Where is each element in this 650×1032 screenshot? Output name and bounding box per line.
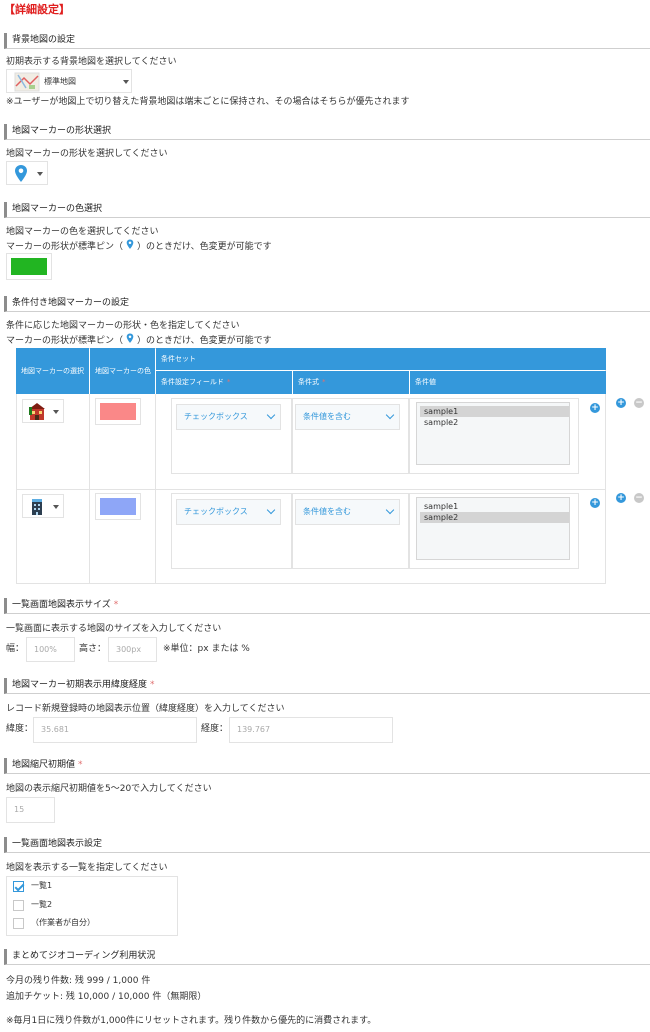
row2-value-listbox[interactable]: sample1 sample2: [416, 497, 570, 560]
marker-color-picker[interactable]: [6, 253, 52, 280]
section-initial-position-heading: 地図マーカー初期表示用緯度経度 *: [4, 678, 650, 694]
marker-shape-select[interactable]: [6, 161, 48, 185]
row1-remove-row-button[interactable]: −: [634, 398, 644, 408]
list-item[interactable]: sample2: [420, 417, 569, 428]
row1-marker-color-picker[interactable]: [95, 398, 141, 425]
map-pin-icon: [15, 165, 27, 182]
chevron-down-icon: [53, 505, 59, 509]
header-condition-operator: 条件式 *: [293, 371, 409, 394]
basemap-select[interactable]: 標準地図: [6, 69, 132, 93]
header-condition-set: 条件セット: [156, 348, 606, 370]
checkbox-list1[interactable]: [13, 881, 24, 892]
initial-position-description: レコード新規登録時の地図表示位置（緯度経度）を入力してください: [6, 704, 285, 714]
header-marker-select: 地図マーカーの選択: [16, 348, 89, 394]
chevron-down-icon: [266, 410, 276, 420]
height-label: 高さ：: [79, 644, 107, 654]
marker-color-swatch: [11, 258, 47, 275]
store-building-icon: [29, 403, 45, 420]
basemap-description: 初期表示する背景地図を選択してください: [6, 57, 177, 67]
geocoding-remaining: 今月の残り件数: 残 999 / 1,000 件: [6, 976, 151, 986]
section-list-display-heading: 一覧画面地図表示設定: [4, 837, 650, 853]
row2-marker-color-swatch: [100, 498, 136, 515]
list-item[interactable]: sample1: [420, 406, 569, 417]
unit-note: ※単位：px または %: [163, 644, 250, 654]
list-display-description: 地図を表示する一覧を指定してください: [6, 863, 168, 873]
divider: [16, 489, 606, 490]
row2-field-select[interactable]: チェックボックス: [176, 499, 281, 525]
row2-marker-select[interactable]: [22, 494, 64, 518]
basemap-selected-value: 標準地図: [44, 77, 76, 86]
list-item[interactable]: sample1: [420, 501, 569, 512]
row1-value-listbox[interactable]: sample1 sample2: [416, 402, 570, 465]
marker-shape-description: 地図マーカーの形状を選択してください: [6, 149, 168, 159]
row2-add-condition-button[interactable]: +: [590, 498, 600, 508]
map-height-input[interactable]: 300px: [108, 637, 157, 662]
header-condition-field: 条件設定フィールド *: [156, 371, 292, 394]
longitude-input[interactable]: 139.767: [229, 717, 393, 743]
geocoding-tickets: 追加チケット: 残 10,000 / 10,000 件（無期限）: [6, 992, 207, 1002]
chevron-down-icon: [37, 172, 43, 176]
geocoding-note: ※毎月1日に残り件数が1,000件にリセットされます。残り件数から優先的に消費さ…: [6, 1016, 377, 1026]
row1-marker-color-swatch: [100, 403, 136, 420]
conditional-note: マーカーの形状が標準ピン（ ）のときだけ、色変更が可能です: [6, 333, 272, 347]
header-condition-value: 条件値: [410, 371, 606, 394]
checkbox-list2-label: 一覧2: [31, 900, 53, 909]
conditional-description: 条件に応じた地図マーカーの形状・色を指定してください: [6, 321, 240, 331]
map-width-input[interactable]: 100%: [26, 637, 75, 662]
section-geocoding-heading: まとめてジオコーディング利用状況: [4, 949, 650, 965]
office-building-icon: [32, 499, 42, 515]
width-label: 幅：: [6, 644, 25, 654]
zoom-description: 地図の表示縮尺初期値を5～20で入力してください: [6, 784, 212, 794]
page-title: 【詳細設定】: [4, 3, 70, 16]
latitude-input[interactable]: 35.681: [33, 717, 197, 743]
section-conditional-heading: 条件付き地図マーカーの設定: [4, 296, 650, 312]
checkbox-list1-label: 一覧1: [31, 881, 53, 890]
row2-operator-select[interactable]: 条件値を含む: [295, 499, 400, 525]
row2-remove-row-button[interactable]: −: [634, 493, 644, 503]
longitude-label: 経度：: [201, 724, 229, 734]
section-list-size-heading: 一覧画面地図表示サイズ *: [4, 598, 650, 614]
chevron-down-icon: [385, 505, 395, 515]
row2-add-row-button[interactable]: +: [616, 493, 626, 503]
row1-operator-select[interactable]: 条件値を含む: [295, 404, 400, 430]
chevron-down-icon: [385, 410, 395, 420]
marker-color-description: 地図マーカーの色を選択してください: [6, 227, 159, 237]
chevron-down-icon: [266, 505, 276, 515]
row1-field-select[interactable]: チェックボックス: [176, 404, 281, 430]
section-zoom-heading: 地図縮尺初期値 *: [4, 758, 650, 774]
zoom-input[interactable]: 15: [6, 797, 55, 823]
section-marker-color-heading: 地図マーカーの色選択: [4, 202, 650, 218]
checkbox-list3[interactable]: [13, 918, 24, 929]
map-thumbnail-icon: [14, 72, 40, 92]
list-item[interactable]: sample2: [420, 512, 569, 523]
latitude-label: 緯度：: [6, 724, 34, 734]
checkbox-list2[interactable]: [13, 900, 24, 911]
row2-marker-color-picker[interactable]: [95, 493, 141, 520]
section-marker-shape-heading: 地図マーカーの形状選択: [4, 124, 650, 140]
section-basemap-heading: 背景地図の設定: [4, 33, 650, 49]
marker-color-note: マーカーの形状が標準ピン（ ）のときだけ、色変更が可能です: [6, 239, 272, 253]
basemap-note: ※ユーザーが地図上で切り替えた背景地図は端末ごとに保持され、その場合はそちらが優…: [6, 97, 410, 107]
row1-add-row-button[interactable]: +: [616, 398, 626, 408]
chevron-down-icon: [123, 80, 129, 84]
map-pin-icon: [126, 239, 134, 249]
row1-marker-select[interactable]: [22, 399, 64, 423]
header-marker-color: 地図マーカーの色: [90, 348, 155, 394]
map-pin-icon: [126, 333, 134, 343]
row1-add-condition-button[interactable]: +: [590, 403, 600, 413]
chevron-down-icon: [53, 410, 59, 414]
checkbox-list3-label: （作業者が自分）: [31, 918, 95, 927]
list-size-description: 一覧画面に表示する地図のサイズを入力してください: [6, 624, 222, 634]
